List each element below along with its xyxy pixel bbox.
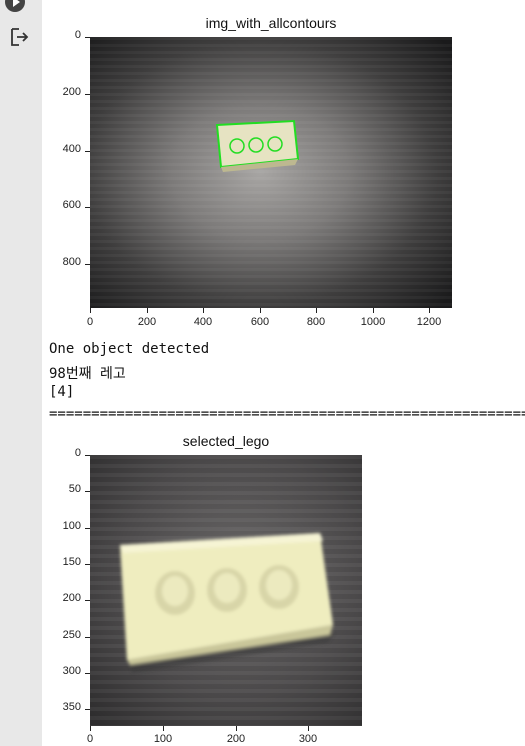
- figure2-image: [90, 455, 362, 726]
- y-tick: 300: [62, 665, 81, 677]
- x-tick: 300: [298, 733, 318, 745]
- y-tick: 0: [74, 29, 81, 41]
- y-tick: 50: [68, 483, 81, 495]
- x-tick: 800: [306, 316, 326, 328]
- x-tick: 200: [137, 316, 157, 328]
- cell-gutter: [0, 0, 42, 746]
- y-tick: 400: [62, 143, 81, 155]
- figure2-canvas: [90, 455, 362, 726]
- y-tick: 100: [62, 520, 81, 532]
- y-tick: 200: [62, 86, 81, 98]
- y-tick: 800: [62, 256, 81, 268]
- stdout-line: 98번째 레고: [49, 366, 126, 382]
- x-tick: 600: [250, 316, 270, 328]
- output-arrow-icon[interactable]: [9, 26, 31, 48]
- lego-brick-small: [215, 119, 300, 172]
- x-tick: 1000: [360, 316, 386, 328]
- play-circle-icon[interactable]: [5, 0, 25, 12]
- x-tick: 200: [226, 733, 246, 745]
- y-tick: 0: [74, 447, 81, 459]
- y-tick: 350: [62, 701, 81, 713]
- x-tick: 100: [153, 733, 173, 745]
- x-tick: 1200: [416, 316, 442, 328]
- figure1-title: img_with_allcontours: [205, 15, 337, 31]
- stdout-line: [4]: [49, 384, 75, 400]
- y-tick: 150: [62, 556, 81, 568]
- x-tick: 400: [193, 316, 213, 328]
- stdout-line: One object detected: [49, 341, 210, 357]
- x-tick: 0: [86, 316, 94, 328]
- figure2-title: selected_lego: [182, 433, 270, 449]
- figure1-image: [90, 37, 452, 308]
- stdout-separator: ========================================…: [49, 406, 525, 422]
- y-tick: 200: [62, 592, 81, 604]
- x-tick: 0: [86, 733, 94, 745]
- y-tick: 250: [62, 629, 81, 641]
- figure1-canvas: [90, 37, 452, 308]
- y-tick: 600: [62, 199, 81, 211]
